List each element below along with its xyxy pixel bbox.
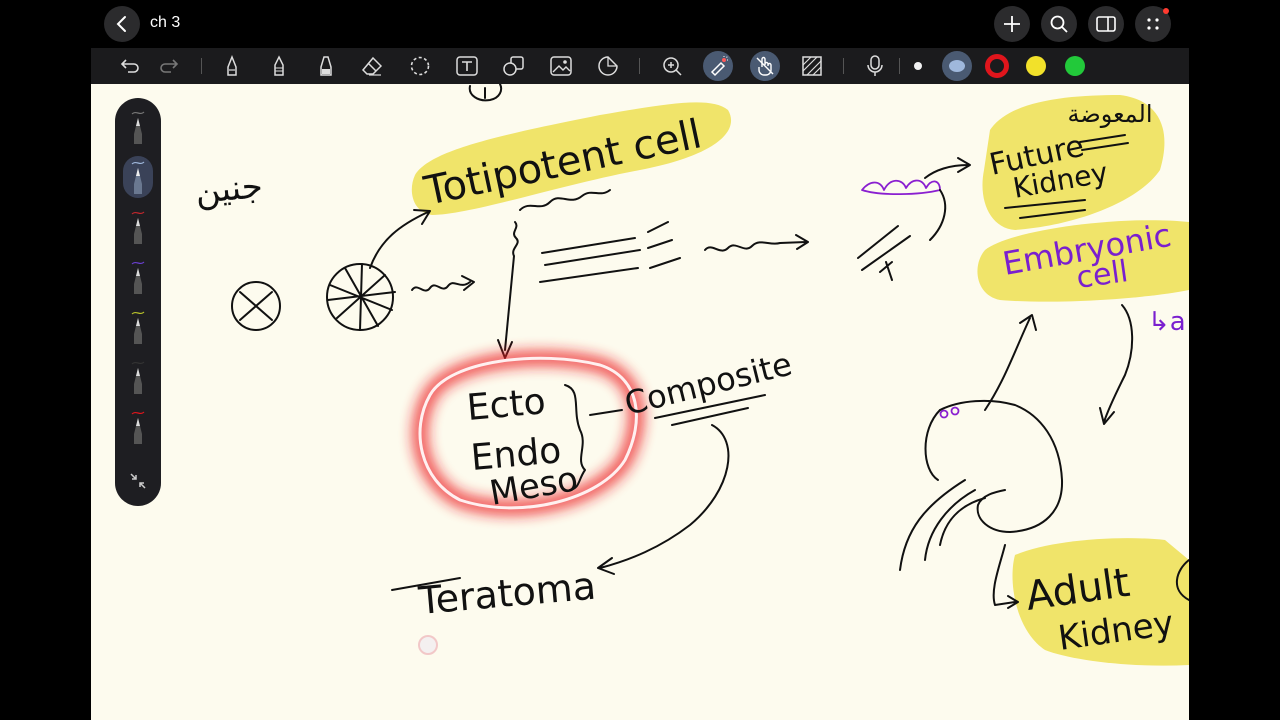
pen-icon <box>131 361 145 394</box>
stroke-size-small[interactable] <box>914 62 922 70</box>
saved-pen-6[interactable] <box>123 356 153 398</box>
lasso-icon <box>410 56 430 76</box>
toolbar-divider <box>639 58 640 74</box>
handwritten-notes: جنين Totipotent cell Future Kidney المعو… <box>194 84 1189 666</box>
lasso-tool[interactable] <box>405 51 435 81</box>
zoom-icon <box>663 57 682 76</box>
note-embryonic-cell: cell <box>1074 254 1130 296</box>
color-swatch-green[interactable] <box>1065 56 1085 76</box>
color-swatch-red[interactable] <box>985 54 1009 78</box>
search-button[interactable] <box>1041 6 1077 42</box>
document-title[interactable]: ch 3 <box>150 14 180 32</box>
image-icon <box>550 56 572 76</box>
saved-pen-3[interactable] <box>123 206 153 248</box>
color-swatch-blue-gray-selected[interactable] <box>942 51 972 81</box>
sticker-tool[interactable] <box>593 51 623 81</box>
image-tool[interactable] <box>546 51 576 81</box>
touch-draw-icon <box>756 56 774 76</box>
toolbar-divider <box>843 58 844 74</box>
collapse-icon <box>130 473 146 489</box>
hide-toolbar-button[interactable] <box>797 51 827 81</box>
tool-bar <box>91 48 1189 84</box>
text-tool[interactable] <box>452 51 482 81</box>
eraser-tool[interactable] <box>357 51 387 81</box>
sidebar-toggle-button[interactable] <box>1088 6 1124 42</box>
top-bar: ch 3 <box>0 0 1280 48</box>
saved-pen-2-selected[interactable] <box>123 156 153 198</box>
pen-icon <box>131 111 145 144</box>
pen-icon <box>227 55 237 76</box>
add-page-button[interactable] <box>994 6 1030 42</box>
redo-icon <box>160 59 179 73</box>
sidebar-icon <box>1096 16 1116 32</box>
note-composite: Composite <box>621 345 796 423</box>
laser-pointer-tool[interactable] <box>703 51 733 81</box>
note-canvas[interactable]: جنين Totipotent cell Future Kidney المعو… <box>91 84 1189 720</box>
back-button[interactable] <box>104 6 140 42</box>
redo-button[interactable] <box>154 51 184 81</box>
hide-toolbar-icon <box>802 56 822 76</box>
saved-pen-4[interactable] <box>123 256 153 298</box>
zoom-tool[interactable] <box>657 51 687 81</box>
sticker-icon <box>598 56 618 76</box>
plus-icon <box>1004 16 1020 32</box>
saved-pen-5[interactable] <box>123 306 153 348</box>
saved-pen-7[interactable] <box>123 406 153 448</box>
more-icon <box>1147 18 1159 30</box>
text-icon <box>456 56 478 76</box>
toolbar-divider <box>201 58 202 74</box>
microphone-icon <box>867 55 883 76</box>
arabic-note-left: جنين <box>194 166 265 212</box>
undo-icon <box>120 59 139 73</box>
collapse-palette-button[interactable] <box>123 460 153 502</box>
pen-icon <box>131 211 145 244</box>
note-ecto: Ecto <box>465 381 547 429</box>
saved-pen-1[interactable] <box>123 106 153 148</box>
notification-dot <box>1163 8 1169 14</box>
laser-pointer-icon <box>710 56 728 77</box>
color-swatch-yellow[interactable] <box>1026 56 1046 76</box>
undo-button[interactable] <box>115 51 145 81</box>
pen-icon <box>131 161 145 194</box>
pen-icon <box>131 311 145 344</box>
pencil-icon <box>274 55 284 76</box>
highlighter-tool[interactable] <box>311 51 341 81</box>
eraser-icon <box>361 56 383 76</box>
chevron-left-icon <box>116 16 126 32</box>
note-partial-arrow: ↳a <box>1148 307 1186 337</box>
touch-draw-toggle[interactable] <box>750 51 780 81</box>
toolbar-divider <box>899 58 900 74</box>
pen-icon <box>131 261 145 294</box>
pencil-tool[interactable] <box>264 51 294 81</box>
pen-icon <box>131 411 145 444</box>
more-button[interactable] <box>1135 6 1171 42</box>
shapes-icon <box>503 56 524 76</box>
search-icon <box>1050 15 1068 33</box>
arabic-note-right: المعوضة <box>1067 100 1152 128</box>
shapes-tool[interactable] <box>499 51 529 81</box>
pen-palette <box>115 98 161 506</box>
note-teratoma: Teratoma <box>416 564 598 623</box>
microphone-button[interactable] <box>860 51 890 81</box>
pen-tool[interactable] <box>217 51 247 81</box>
highlighter-icon <box>320 56 332 76</box>
